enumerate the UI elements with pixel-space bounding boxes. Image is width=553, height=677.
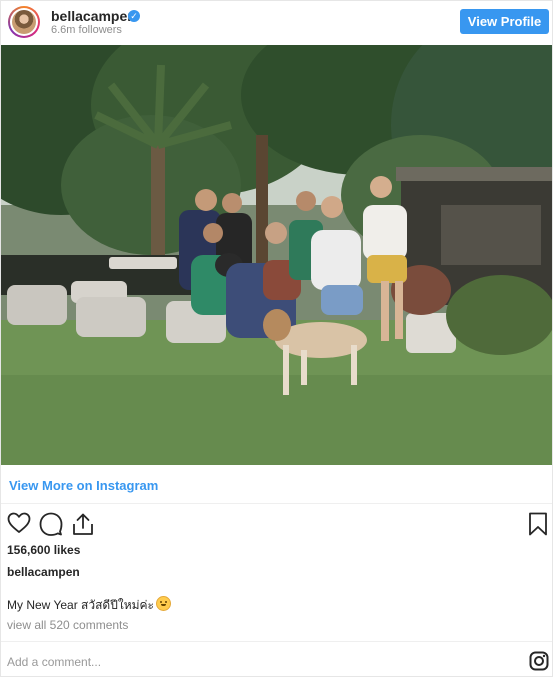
smiling-emoji-icon — [155, 596, 171, 611]
follower-count: 6.6m followers — [51, 24, 122, 36]
post-header: bellacampen ✓ 6.6m followers View Profil… — [1, 1, 552, 45]
instagram-embed-card: bellacampen ✓ 6.6m followers View Profil… — [0, 0, 553, 677]
avatar[interactable] — [8, 6, 40, 38]
instagram-icon[interactable] — [529, 651, 549, 671]
comment-icon[interactable] — [39, 512, 63, 536]
caption-text: My New Year สวัสดีปีใหม่ค่ะ — [7, 598, 154, 612]
bookmark-icon[interactable] — [528, 512, 548, 536]
verified-badge-icon: ✓ — [128, 10, 140, 22]
view-profile-button[interactable]: View Profile — [460, 9, 549, 34]
caption-username[interactable]: bellacampen — [7, 565, 80, 579]
username[interactable]: bellacampen — [51, 8, 136, 24]
like-count[interactable]: 156,600 likes — [7, 543, 80, 557]
share-icon[interactable] — [72, 512, 94, 536]
divider — [1, 503, 552, 504]
post-photo[interactable] — [1, 45, 552, 465]
view-all-comments-link[interactable]: view all 520 comments — [7, 618, 128, 632]
divider — [1, 641, 552, 642]
heart-icon[interactable] — [7, 512, 31, 534]
view-more-link[interactable]: View More on Instagram — [9, 478, 158, 493]
add-comment-input[interactable]: Add a comment... — [7, 655, 101, 669]
post-caption: My New Year สวัสดีปีใหม่ค่ะ — [7, 596, 171, 615]
